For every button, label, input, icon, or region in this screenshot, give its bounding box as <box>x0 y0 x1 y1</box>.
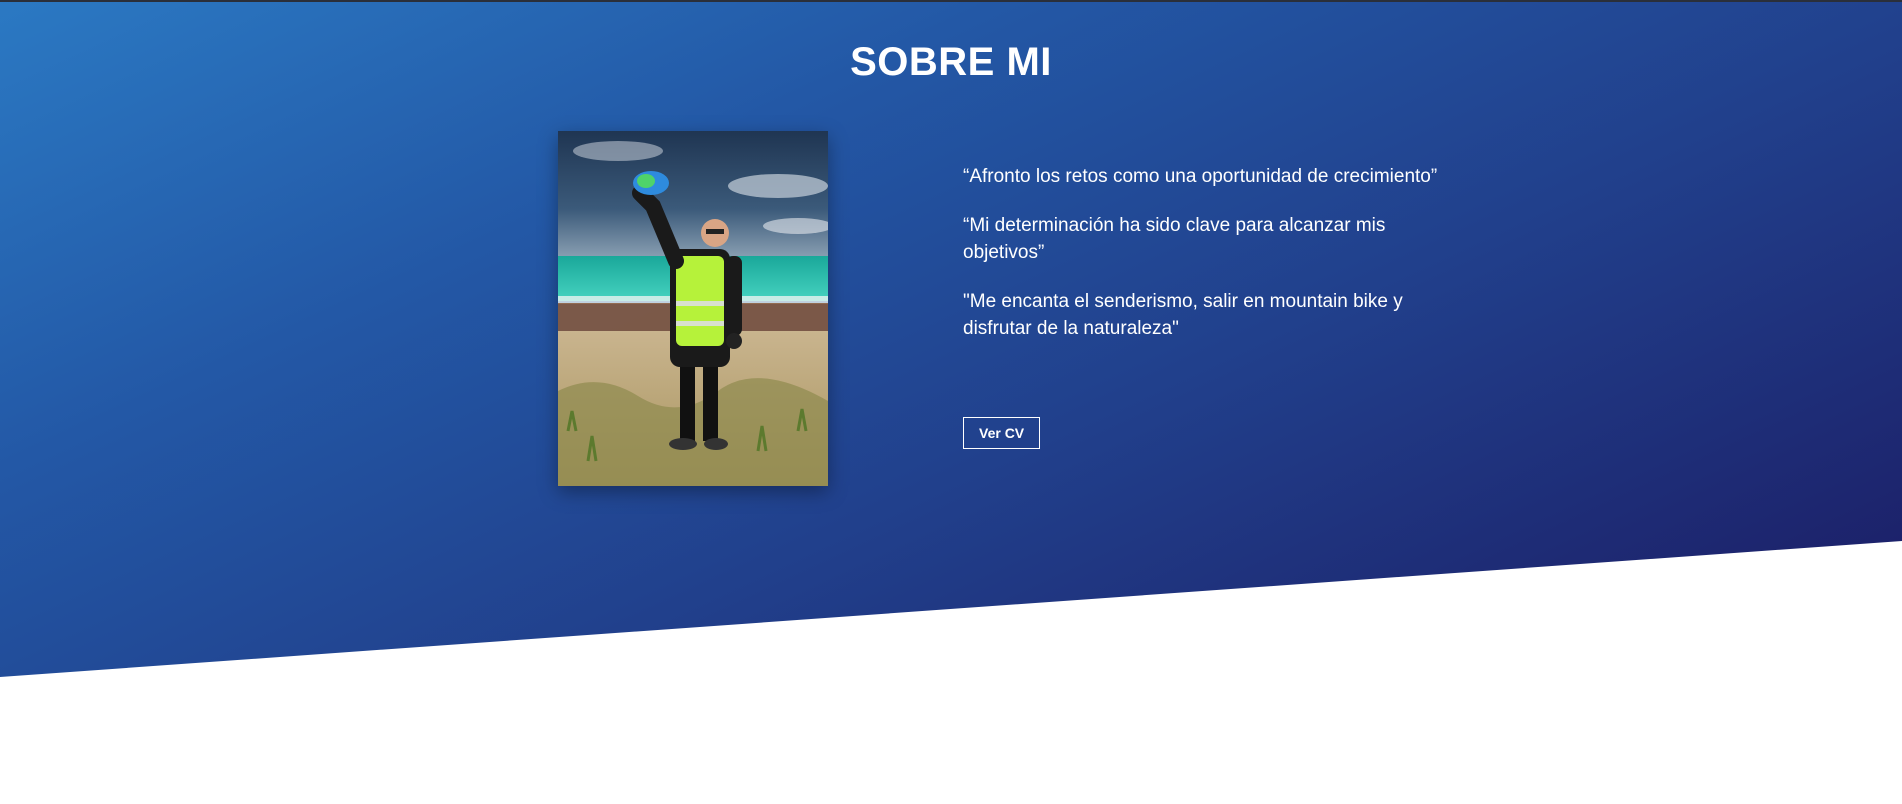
quotes-list: “Afronto los retos como una oportunidad … <box>963 163 1453 364</box>
about-section: SOBRE MI “Afronto los retos como una opo… <box>0 0 1902 677</box>
quote-item: "Me encanta el senderismo, salir en moun… <box>963 291 1403 339</box>
quote-item: “Mi determinación ha sido clave para alc… <box>963 215 1386 263</box>
profile-photo <box>558 131 828 486</box>
view-cv-button[interactable]: Ver CV <box>963 417 1041 449</box>
top-border <box>0 0 1902 2</box>
section-title: SOBRE MI <box>850 40 1052 84</box>
quote-item: “Afronto los retos como una oportunidad … <box>963 166 1438 187</box>
